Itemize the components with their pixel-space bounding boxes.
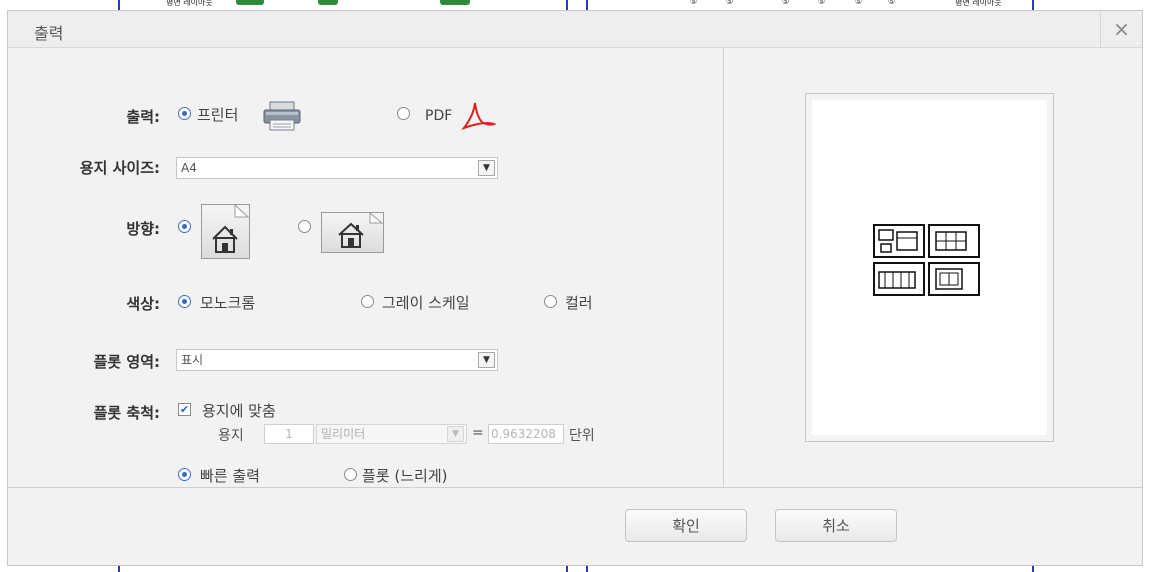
output-row: 출력: 프린터 PDF: [8, 101, 723, 132]
fit-to-paper-checkbox[interactable]: ✔: [178, 403, 191, 416]
fast-output-label[interactable]: 빠른 출력: [200, 465, 260, 486]
drawing-line: [1032, 566, 1034, 572]
output-label: 출력:: [126, 108, 160, 126]
preview-thumbnail: [873, 262, 925, 296]
panel-divider: [723, 48, 724, 487]
color-color-radio[interactable]: [544, 295, 557, 308]
paper-size-label: 용지 사이즈:: [79, 159, 160, 177]
plot-area-select[interactable]: 표시 ▼: [176, 349, 498, 371]
drawing-line: [118, 566, 120, 572]
pdf-icon: [461, 102, 496, 131]
drawing-line: [586, 566, 588, 572]
print-preview: [805, 93, 1054, 442]
scale-ratio-input[interactable]: 0.9632208: [488, 424, 564, 444]
drawing-green-mark: [236, 0, 264, 5]
portrait-orientation-button[interactable]: [201, 203, 250, 259]
scale-equals: =: [472, 425, 484, 441]
ok-button[interactable]: 확인: [625, 509, 747, 542]
scale-unit-select[interactable]: 밀리미터 ▼: [316, 424, 467, 444]
plot-scale-label: 플롯 축척:: [93, 404, 160, 422]
output-pdf-radio[interactable]: [397, 107, 410, 120]
portrait-house-icon: [212, 203, 250, 253]
output-pdf-label[interactable]: PDF: [425, 108, 452, 124]
orientation-label: 방향:: [126, 220, 160, 238]
landscape-house-icon: [338, 211, 384, 248]
color-mono-label[interactable]: 모노크롬: [200, 292, 255, 313]
drawing-marker: ⑤: [690, 0, 698, 6]
scale-unit-suffix: 단위: [569, 428, 595, 444]
close-icon: ×: [1113, 17, 1130, 41]
preview-page: [812, 100, 1047, 435]
plot-scale-row: 플롯 축척: ✔ 용지에 맞춤 용지 1 밀리미터 ▼ = 0.9632208 …: [8, 398, 723, 458]
chevron-down-icon[interactable]: ▼: [447, 426, 464, 442]
color-mono-radio[interactable]: [178, 295, 191, 308]
color-gray-radio[interactable]: [361, 295, 374, 308]
drawing-line: [1032, 0, 1034, 10]
drawing-line: [586, 0, 588, 10]
plot-mode-row: 빠른 출력 플롯 (느리게): [8, 463, 723, 493]
drawing-line: [118, 0, 120, 10]
background-drawing-top: 평면 레이아웃 ⑤ ⑤ ⑤ ⑤ ⑤ ⑤ 평면 레이아웃: [0, 0, 1152, 10]
drawing-marker: ⑤: [726, 0, 734, 6]
output-printer-radio[interactable]: [178, 107, 191, 120]
scale-paper-input[interactable]: 1: [264, 424, 314, 444]
footer-divider: [8, 487, 1142, 488]
drawing-line: [566, 0, 568, 10]
print-dialog: 출력 × 출력: 프린터 PDF 용지 사이즈: A4 ▼ 방향: 색상: 모노…: [7, 10, 1143, 566]
drawing-green-mark: [440, 0, 470, 5]
orientation-landscape-radio[interactable]: [298, 220, 311, 233]
dialog-title: 출력: [34, 24, 64, 43]
drawing-label: 평면 레이아웃: [166, 0, 213, 7]
fit-to-paper-label[interactable]: 용지에 맞춤: [202, 400, 276, 421]
preview-thumbnail: [928, 224, 980, 258]
plot-area-row: 플롯 영역: 표시 ▼: [8, 342, 723, 372]
cancel-button[interactable]: 취소: [775, 509, 897, 542]
fast-output-radio[interactable]: [178, 468, 191, 481]
drawing-label: 평면 레이아웃: [955, 0, 1002, 7]
drawing-line: [566, 566, 568, 572]
paper-size-row: 용지 사이즈: A4 ▼: [8, 145, 723, 179]
preview-thumbnail: [873, 224, 925, 258]
plot-area-label: 플롯 영역:: [93, 353, 160, 371]
slow-plot-radio[interactable]: [344, 468, 357, 481]
printer-icon: [263, 101, 301, 131]
paper-size-select[interactable]: A4 ▼: [176, 157, 498, 179]
drawing-marker: ⑤: [888, 0, 896, 6]
color-color-label[interactable]: 컬러: [565, 292, 593, 313]
background-drawing-bottom: [0, 566, 1152, 572]
color-label: 색상:: [126, 295, 160, 313]
chevron-down-icon[interactable]: ▼: [478, 352, 495, 368]
settings-panel: 출력: 프린터 PDF 용지 사이즈: A4 ▼ 방향: 색상: 모노크롬 그레…: [8, 48, 723, 487]
chevron-down-icon[interactable]: ▼: [478, 160, 495, 176]
preview-thumbnail: [928, 262, 980, 296]
output-printer-label[interactable]: 프린터: [197, 104, 238, 125]
drawing-marker: ⑤: [782, 0, 790, 6]
plot-area-value: 표시: [181, 353, 204, 367]
landscape-orientation-button[interactable]: [321, 211, 384, 253]
color-gray-label[interactable]: 그레이 스케일: [382, 292, 470, 313]
scale-paper-label: 용지: [218, 428, 244, 444]
paper-size-value: A4: [181, 161, 197, 175]
slow-plot-label[interactable]: 플롯 (느리게): [362, 465, 447, 486]
drawing-green-mark: [318, 0, 338, 5]
orientation-portrait-radio[interactable]: [178, 220, 191, 233]
drawing-marker: ⑤: [818, 0, 826, 6]
orientation-row: 방향:: [8, 203, 723, 259]
close-button[interactable]: ×: [1100, 11, 1142, 47]
scale-unit-value: 밀리미터: [321, 427, 366, 441]
color-row: 색상: 모노크롬 그레이 스케일 컬러: [8, 291, 723, 321]
drawing-marker: ⑤: [855, 0, 863, 6]
dialog-titlebar[interactable]: 출력 ×: [8, 11, 1142, 48]
